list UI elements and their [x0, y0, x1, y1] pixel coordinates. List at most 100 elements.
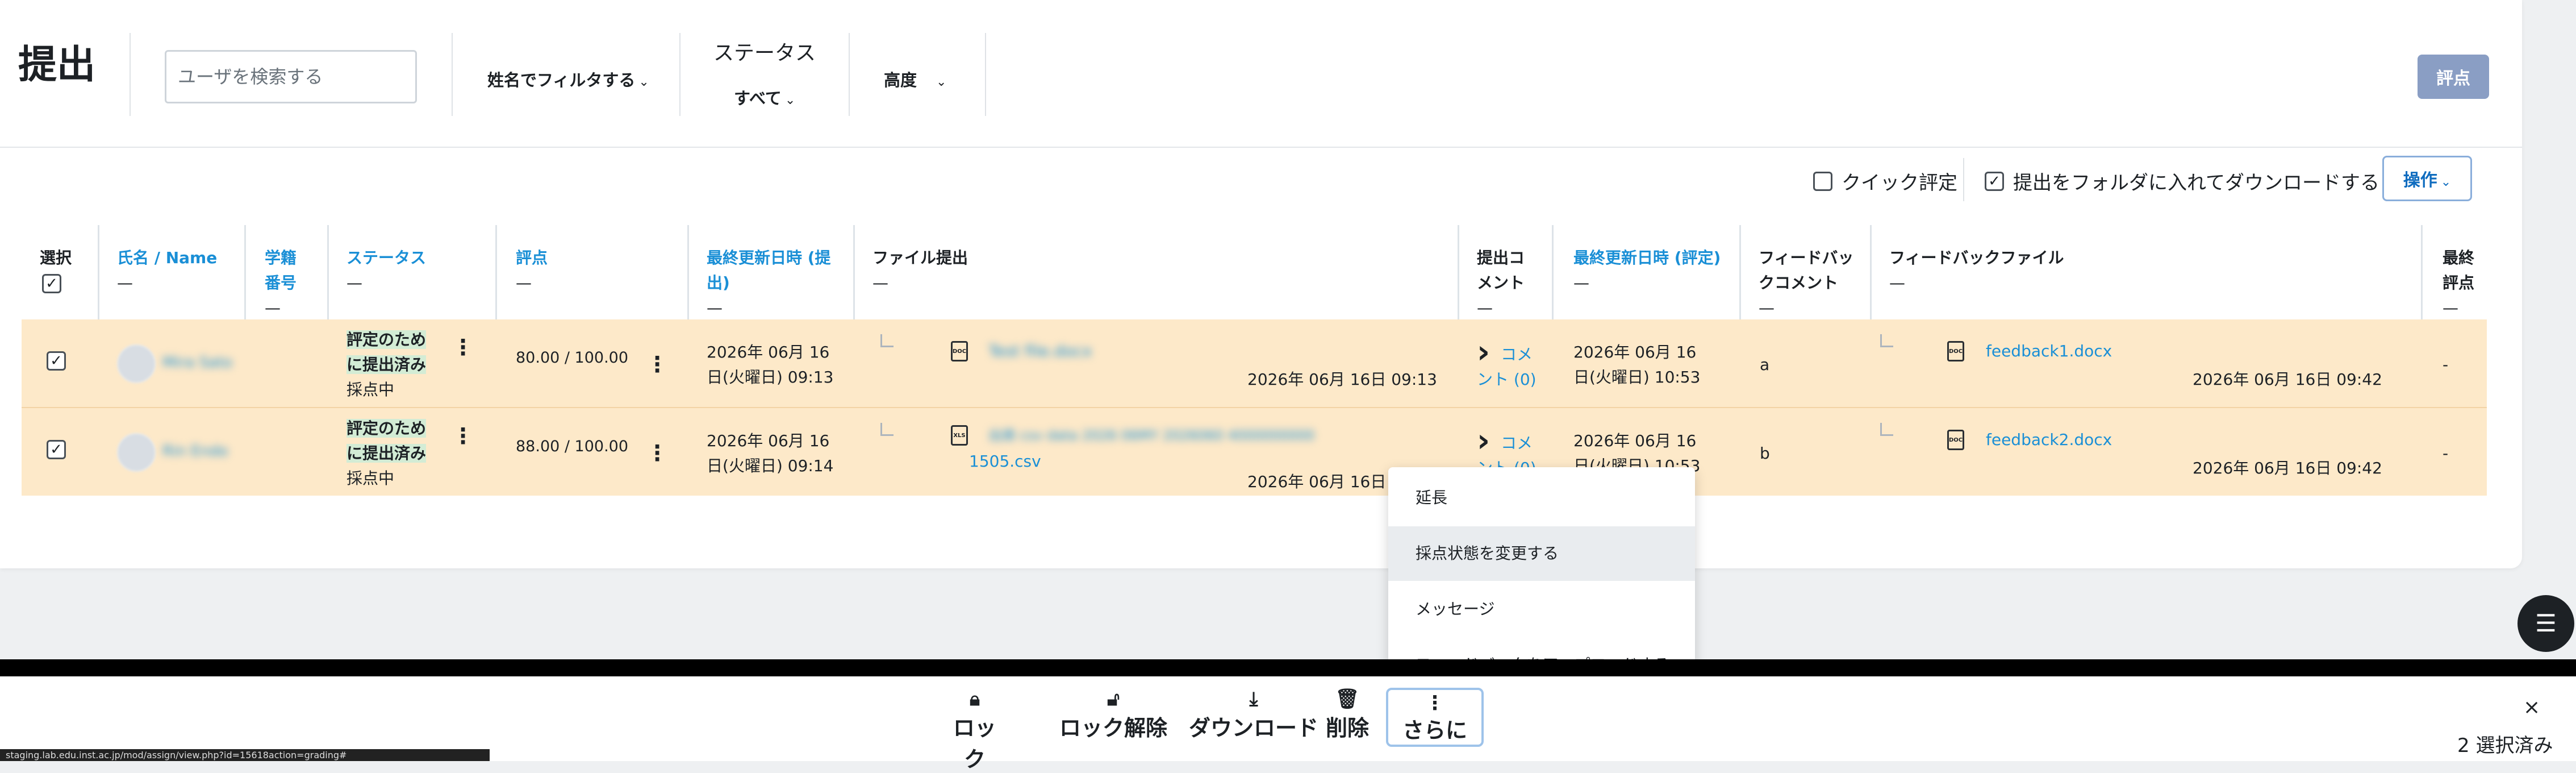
- tree-branch-icon: [880, 423, 894, 436]
- file-timestamp: 2026年 06月 16日 09:13: [1247, 370, 1437, 389]
- column-header-submission-comments: 提出コメント —: [1477, 248, 1525, 317]
- bulk-actions-bar: 🔒︎ ロック 🔓︎ ロック解除 ⤓ ダウンロード 🗑︎ 削除 ⋮ さらに × 2 選択済み: [0, 676, 2576, 772]
- checkbox-checked[interactable]: ✓: [1985, 171, 2004, 191]
- search-input[interactable]: [165, 50, 417, 103]
- last-modified-submission: 2026年 06月 16 日(火曜日) 09:14: [707, 431, 834, 475]
- unlock-icon: 🔓︎: [1107, 688, 1120, 710]
- header-divider: [679, 33, 680, 116]
- menu-icon: ☰: [2535, 609, 2557, 637]
- selected-count: 2 選択済み: [2457, 734, 2553, 757]
- more-vertical-icon[interactable]: ⋮: [452, 425, 474, 447]
- quick-grading-toggle[interactable]: クイック評定: [1813, 167, 1957, 195]
- select-all-checkbox[interactable]: ✓: [42, 274, 61, 293]
- feedback-file-timestamp: 2026年 06月 16日 09:42: [2193, 370, 2382, 389]
- header-divider: [130, 33, 131, 116]
- doc-file-icon: DOC: [1947, 341, 1964, 361]
- header-divider: [452, 33, 453, 116]
- file-timestamp: 2026年 06月 16日 0: [1247, 472, 1402, 491]
- comments-link[interactable]: コメント (0): [1477, 342, 1537, 392]
- header-divider: [849, 33, 850, 116]
- chevron-right-icon[interactable]: ›: [1477, 336, 1490, 368]
- name-filter-label: 姓名でフィルタする: [487, 70, 636, 90]
- quick-grading-label: クイック評定: [1842, 172, 1957, 194]
- download-button[interactable]: ⤓ ダウンロード: [1172, 688, 1335, 747]
- column-header-grade[interactable]: 評点 —: [516, 246, 680, 296]
- lock-icon: 🔒︎: [969, 688, 980, 710]
- final-grade-value: -: [2443, 444, 2449, 463]
- csv-file-icon: XLS: [951, 425, 968, 446]
- table-row[interactable]: ✓ Rin Endo 評定のため に提出済み 採点中 ⋮ 88.00 / 100…: [22, 408, 2487, 496]
- download-folders-toggle[interactable]: ✓ 提出をフォルダに入れてダウンロードする: [1985, 167, 2379, 195]
- tree-branch-icon: [1880, 423, 1893, 436]
- actions-label: 操作: [2403, 171, 2437, 190]
- column-header-feedback-comments: フィードバックコメント —: [1759, 248, 1854, 317]
- table-row[interactable]: ✓ Mira Sato 評定のため に提出済み 採点中 ⋮ 80.00 / 10…: [22, 319, 2487, 407]
- menu-item-change-grading-state[interactable]: 採点状態を変更する: [1388, 526, 1695, 581]
- unlock-button[interactable]: 🔓︎ ロック解除: [1039, 688, 1187, 747]
- doc-file-icon: DOC: [1947, 430, 1964, 450]
- column-header-feedback-files: フィードバックファイル —: [1889, 248, 2064, 292]
- column-header-file-submissions: ファイル提出 —: [872, 248, 968, 292]
- column-header-status[interactable]: ステータス —: [346, 246, 489, 296]
- chevron-right-icon[interactable]: ›: [1477, 425, 1490, 457]
- file-link[interactable]: 1505.csv: [969, 449, 1041, 474]
- feedback-file-link[interactable]: feedback2.docx: [1986, 427, 2112, 452]
- header-rule: [0, 147, 2522, 148]
- close-icon[interactable]: ×: [2523, 696, 2540, 719]
- column-header-id-number[interactable]: 学籍番号 —: [265, 246, 316, 321]
- drawer-toggle-button[interactable]: ☰: [2517, 595, 2574, 652]
- column-header-last-modified-submission[interactable]: 最終更新日時 (提出) —: [707, 246, 843, 321]
- delete-button[interactable]: 🗑︎ 削除: [1325, 688, 1370, 747]
- checkbox[interactable]: [1813, 171, 1832, 191]
- name-filter-dropdown[interactable]: 姓名でフィルタする ⌄: [487, 67, 649, 91]
- grade-value: 88.00 / 100.00: [516, 438, 629, 455]
- row-checkbox[interactable]: ✓: [47, 440, 66, 459]
- page-card: 提出 姓名でフィルタする⌄ ステータス すべて⌄ 高度⌄ 評点 クイック評定 ✓…: [0, 0, 2522, 568]
- advanced-dropdown[interactable]: 高度 ⌄: [884, 67, 946, 91]
- avatar: [117, 344, 156, 383]
- more-vertical-icon: ⋮: [1425, 692, 1444, 714]
- options-divider: [1963, 158, 1964, 201]
- file-link-blurred[interactable]: 出席 csv data 2026 06MY 2026060 4000000000: [988, 423, 1314, 448]
- tree-branch-icon: [880, 334, 894, 347]
- chevron-down-icon: ⌄: [936, 75, 947, 89]
- chevron-down-icon: ⌄: [784, 93, 796, 107]
- file-link[interactable]: Test file.docx: [988, 339, 1092, 364]
- chevron-down-icon: ⌄: [638, 75, 649, 89]
- column-header-last-modified-grade[interactable]: 最終更新日時 (評定) —: [1573, 246, 1721, 296]
- chevron-down-icon: ⌄: [2440, 175, 2452, 189]
- header-divider: [985, 33, 986, 116]
- doc-file-icon: DOC: [951, 341, 968, 361]
- status-filter-value: すべて: [734, 89, 782, 108]
- status-filter-label: ステータス: [713, 41, 816, 65]
- student-name[interactable]: Mira Sato: [162, 350, 232, 375]
- row-checkbox[interactable]: ✓: [47, 351, 66, 371]
- more-vertical-icon[interactable]: ⋮: [646, 354, 668, 375]
- page-title: 提出: [18, 43, 96, 88]
- column-header-final-grade: 最終評点 —: [2443, 248, 2475, 317]
- more-button[interactable]: ⋮ さらに: [1386, 688, 1484, 747]
- more-vertical-icon[interactable]: ⋮: [452, 336, 474, 358]
- advanced-label: 高度: [884, 70, 917, 90]
- column-header-name[interactable]: 氏名 / Name —: [117, 246, 242, 296]
- last-modified-submission: 2026年 06月 16 日(火曜日) 09:13: [707, 343, 834, 386]
- submissions-table: 選択 ✓ 氏名 / Name — 学籍番号 — ステータス — 評点 — 最終更新日時 …: [22, 225, 2487, 529]
- actions-button[interactable]: 操作 ⌄: [2382, 156, 2472, 201]
- more-vertical-icon[interactable]: ⋮: [646, 442, 668, 464]
- last-modified-grade: 2026年 06月 16 日(火曜日) 10:53: [1573, 343, 1701, 386]
- student-name[interactable]: Rin Endo: [162, 439, 228, 464]
- menu-item-message[interactable]: メッセージ: [1388, 582, 1695, 637]
- download-folders-label: 提出をフォルダに入れてダウンロードする: [2013, 172, 2379, 194]
- grade-value: 80.00 / 100.00: [516, 349, 629, 367]
- column-header-select: 選択 ✓: [40, 248, 72, 293]
- download-icon: ⤓: [1249, 688, 1258, 710]
- final-grade-value: -: [2443, 355, 2449, 374]
- trash-icon: 🗑︎: [1335, 688, 1360, 710]
- avatar: [117, 433, 156, 472]
- feedback-file-link[interactable]: feedback1.docx: [1986, 339, 2112, 364]
- menu-item-extension[interactable]: 延長: [1388, 471, 1695, 525]
- status-filter-dropdown[interactable]: すべて ⌄: [734, 85, 795, 109]
- grade-button[interactable]: 評点: [2418, 55, 2489, 99]
- lock-button[interactable]: 🔒︎ ロック: [943, 688, 1007, 772]
- feedback-comment: a: [1760, 355, 1770, 374]
